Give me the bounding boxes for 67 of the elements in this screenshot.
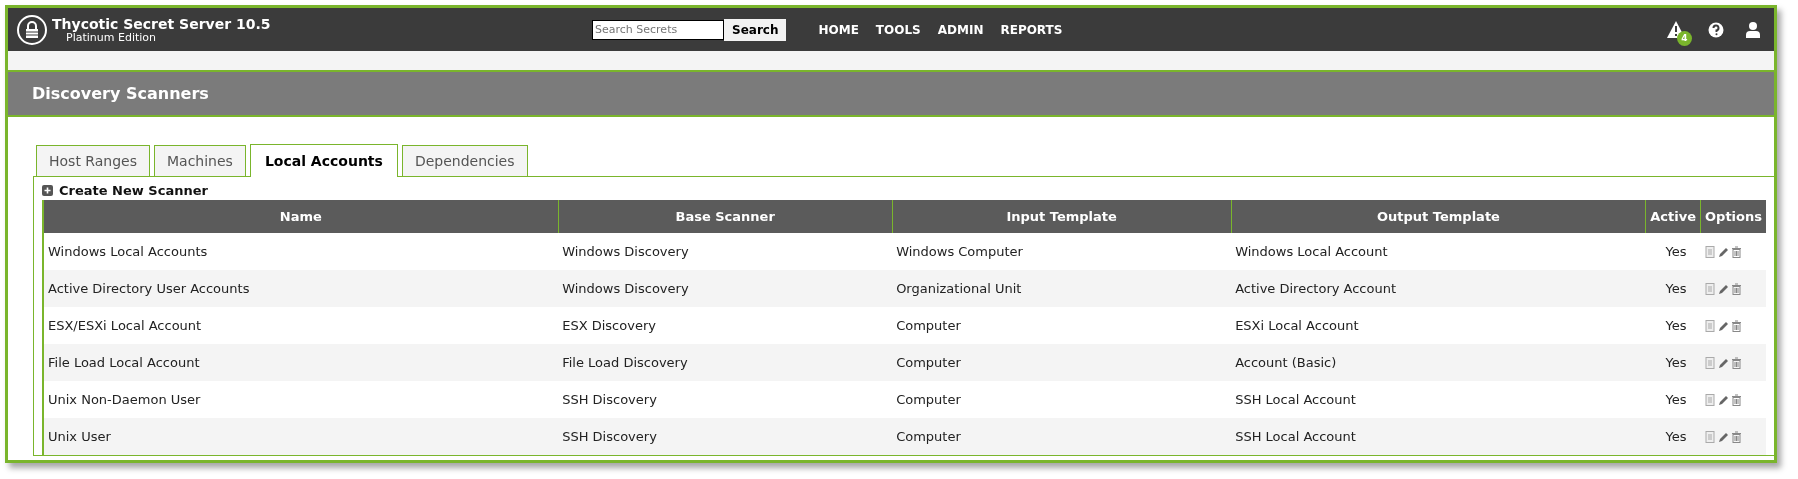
table-cell: Active Directory User Accounts [43, 270, 559, 307]
table-cell: ESX Discovery [558, 307, 893, 344]
edit-icon[interactable] [1717, 282, 1729, 295]
delete-icon[interactable] [1730, 319, 1742, 332]
table-cell: Unix Non-Daemon User [43, 381, 559, 418]
search-field[interactable]: Search Secrets [592, 19, 724, 40]
table-cell: Yes [1645, 307, 1701, 344]
table-cell: Windows Discovery [558, 270, 893, 307]
table-cell: Yes [1645, 233, 1701, 270]
column-header: Output Template [1231, 200, 1646, 233]
table-cell: Yes [1645, 344, 1701, 381]
tab[interactable]: Local Accounts [249, 144, 398, 177]
table-cell: Yes [1645, 418, 1701, 455]
app-edition: Platinum Edition [66, 31, 157, 44]
table-cell: Computer [892, 418, 1232, 455]
app-title: Thycotic Secret Server 10.5 [52, 15, 272, 32]
table-cell: Computer [892, 307, 1232, 344]
column-header: Input Template [892, 200, 1232, 233]
nav-link[interactable]: REPORTS [1000, 22, 1063, 37]
edit-icon[interactable] [1717, 319, 1729, 332]
tab[interactable]: Host Ranges [36, 145, 150, 176]
delete-icon[interactable] [1730, 245, 1742, 258]
table-cell: Windows Discovery [558, 233, 893, 270]
table-cell: SSH Discovery [558, 381, 893, 418]
table-cell: Active Directory Account [1231, 270, 1646, 307]
nav-link[interactable]: HOME [818, 22, 859, 37]
help-icon[interactable] [1708, 21, 1724, 38]
user-icon[interactable] [1746, 21, 1760, 38]
plus-icon[interactable] [42, 185, 53, 196]
column-header: Name [43, 200, 559, 233]
create-scanner-link[interactable]: Create New Scanner [59, 183, 208, 198]
nav-link[interactable]: ADMIN [937, 22, 984, 37]
tab[interactable]: Dependencies [401, 145, 528, 176]
search-button[interactable]: Search [724, 18, 787, 41]
delete-icon[interactable] [1730, 393, 1742, 406]
column-header: Options [1700, 200, 1766, 233]
table-cell: Account (Basic) [1231, 344, 1646, 381]
page-title: Discovery Scanners [8, 72, 1774, 117]
table-cell: SSH Local Account [1231, 381, 1646, 418]
edit-icon[interactable] [1717, 356, 1729, 369]
table-cell: File Load Local Account [43, 344, 559, 381]
table-cell: SSH Local Account [1231, 418, 1646, 455]
table-cell: Windows Local Accounts [43, 233, 559, 270]
delete-icon[interactable] [1730, 282, 1742, 295]
table-cell: Windows Computer [892, 233, 1232, 270]
table-cell: ESXi Local Account [1231, 307, 1646, 344]
table-cell: Yes [1645, 381, 1701, 418]
table-cell: ESX/ESXi Local Account [43, 307, 559, 344]
lock-logo-icon [16, 13, 48, 46]
delete-icon[interactable] [1730, 430, 1742, 443]
nav-link[interactable]: TOOLS [875, 22, 921, 37]
table-cell: Windows Local Account [1231, 233, 1646, 270]
tab[interactable]: Machines [154, 145, 246, 176]
table-cell: Computer [892, 381, 1232, 418]
column-header: Active [1645, 200, 1701, 233]
table-cell: Unix User [43, 418, 559, 455]
edit-icon[interactable] [1717, 430, 1729, 443]
table-cell: Yes [1645, 270, 1701, 307]
delete-icon[interactable] [1730, 356, 1742, 369]
edit-icon[interactable] [1717, 245, 1729, 258]
table-cell: File Load Discovery [558, 344, 893, 381]
table-cell: Organizational Unit [892, 270, 1232, 307]
column-header: Base Scanner [558, 200, 893, 233]
table-cell: SSH Discovery [558, 418, 893, 455]
table-cell: Computer [892, 344, 1232, 381]
alert-count-badge: 4 [1677, 30, 1692, 46]
edit-icon[interactable] [1717, 393, 1729, 406]
